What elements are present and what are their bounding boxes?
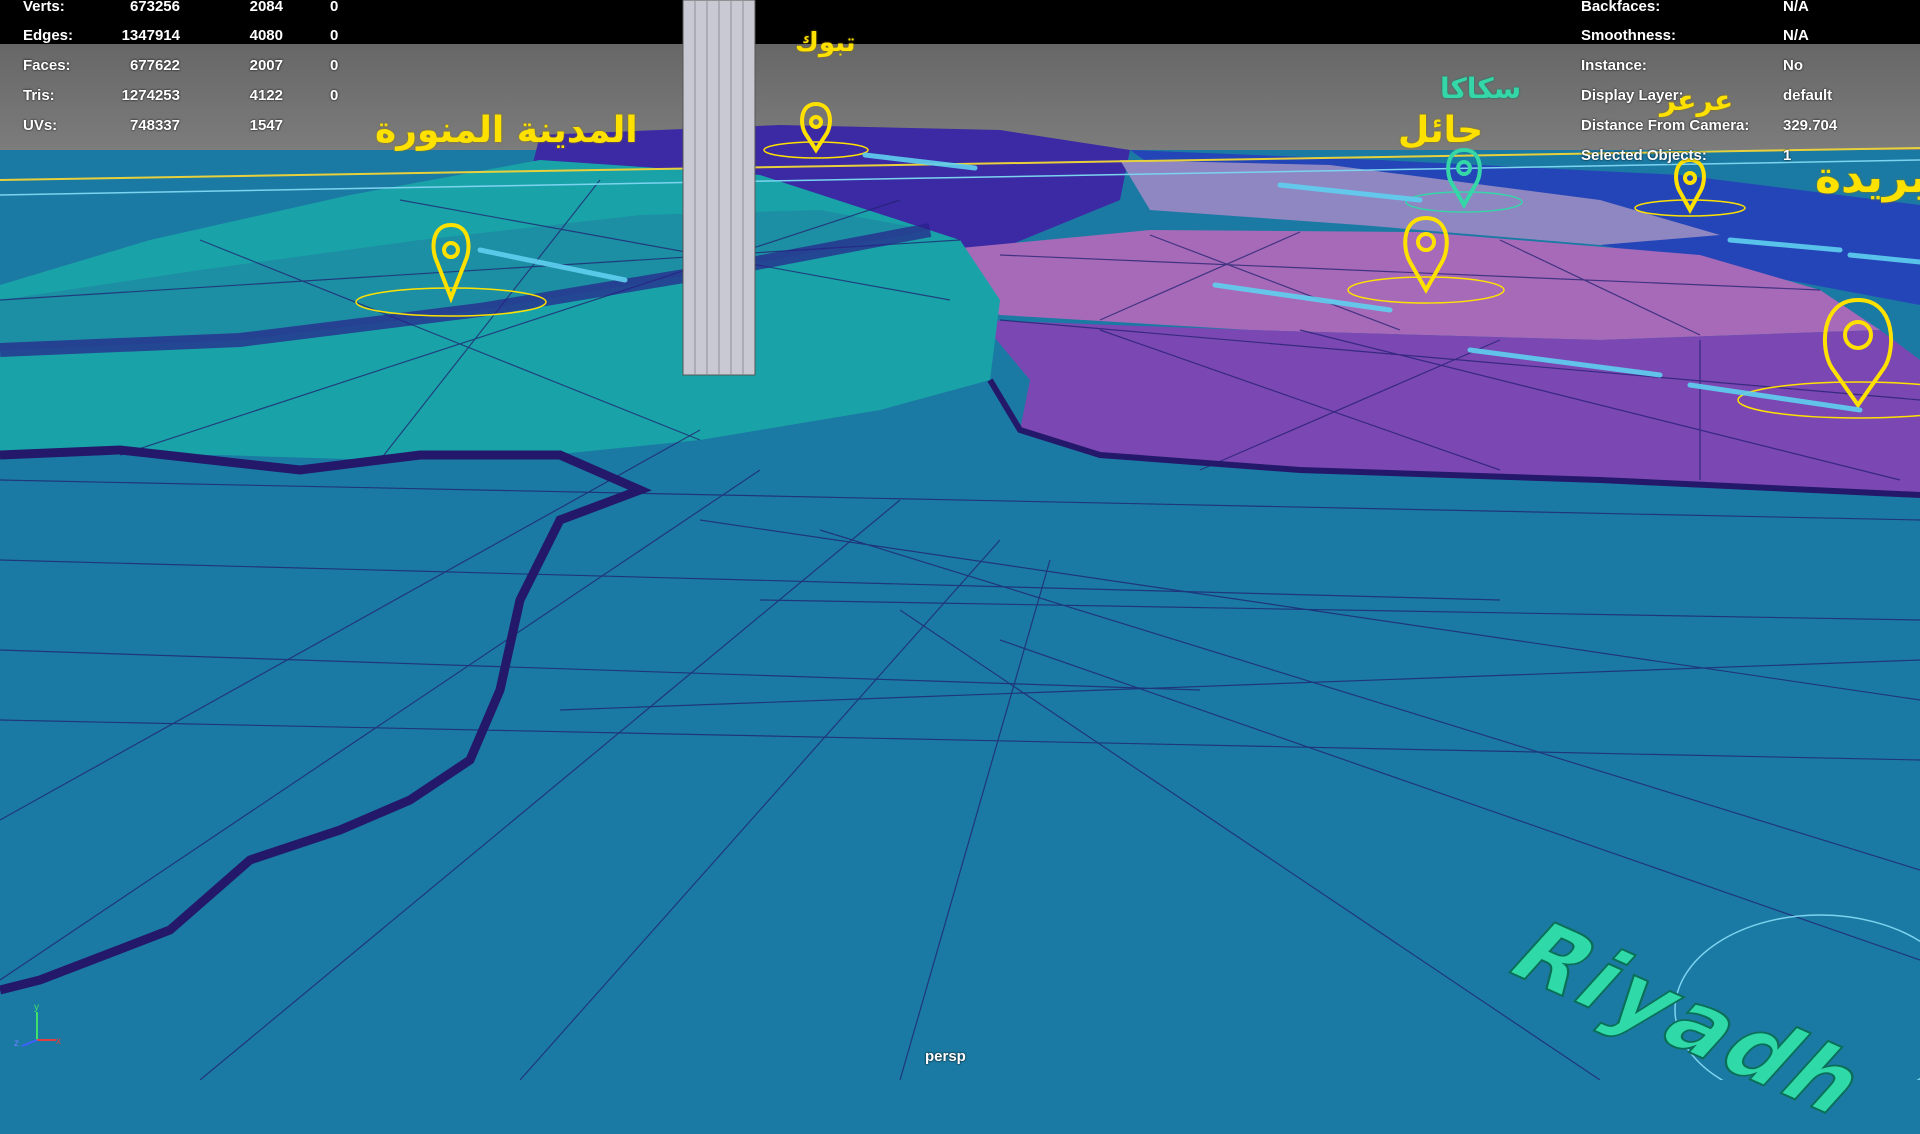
hud-value: 329.704 [1783, 117, 1838, 134]
hud-label: UVs: [23, 117, 58, 134]
hud-label: Faces: [23, 57, 71, 74]
hud-value: N/A [1783, 0, 1809, 15]
axis-x-label: x [56, 1036, 61, 1047]
hud-value: 0 [330, 87, 339, 104]
city-label-hail: حائل [1398, 110, 1484, 151]
hud-label: Instance: [1581, 57, 1647, 74]
hud-value: 0 [330, 0, 339, 15]
city-label-buraydah: بريدة [1815, 152, 1920, 203]
hud-value: 0 [330, 27, 339, 44]
city-label-madinah: المدينة المنورة [375, 110, 638, 151]
hud-value: default [1783, 87, 1833, 104]
object-info-hud: Backfaces: N/A Smoothness: N/A Instance:… [1575, 0, 1920, 170]
hud-label: Smoothness: [1581, 27, 1677, 44]
hud-value: 4080 [249, 27, 283, 44]
camera-name-label: persp [925, 1048, 966, 1065]
hud-value: 677622 [129, 57, 180, 74]
hud-value: 1 [1783, 147, 1792, 164]
city-label-arar: عرعر [1660, 84, 1734, 117]
hud-value: 1347914 [121, 27, 180, 44]
hud-label: Selected Objects: [1581, 147, 1707, 164]
hud-value: 1274253 [121, 87, 180, 104]
hud-label: Edges: [23, 27, 74, 44]
hud-value: N/A [1783, 27, 1809, 44]
axis-z-label: z [14, 1038, 19, 1049]
hud-value: 748337 [129, 117, 180, 134]
axis-y-label: y [34, 1002, 39, 1013]
city-label-tabuk: تبوك [795, 28, 856, 58]
city-label-sakaka: سكاكا [1440, 72, 1522, 105]
hud-value: 2007 [249, 57, 283, 74]
hud-label: Backfaces: [1581, 0, 1661, 15]
hud-value: 0 [330, 57, 339, 74]
hud-value: 673256 [129, 0, 180, 15]
hud-value: 4122 [249, 87, 283, 104]
hud-value: No [1783, 57, 1803, 74]
axis-gizmo: y x z [14, 1002, 61, 1049]
poly-count-hud: Verts: 673256 2084 0 Edges: 1347914 4080… [0, 0, 420, 150]
hud-value: 2084 [249, 0, 283, 15]
hud-label: Verts: [23, 0, 65, 15]
hud-label: Distance From Camera: [1581, 117, 1750, 134]
hud-value: 1547 [249, 117, 283, 134]
hud-label: Tris: [23, 87, 55, 104]
